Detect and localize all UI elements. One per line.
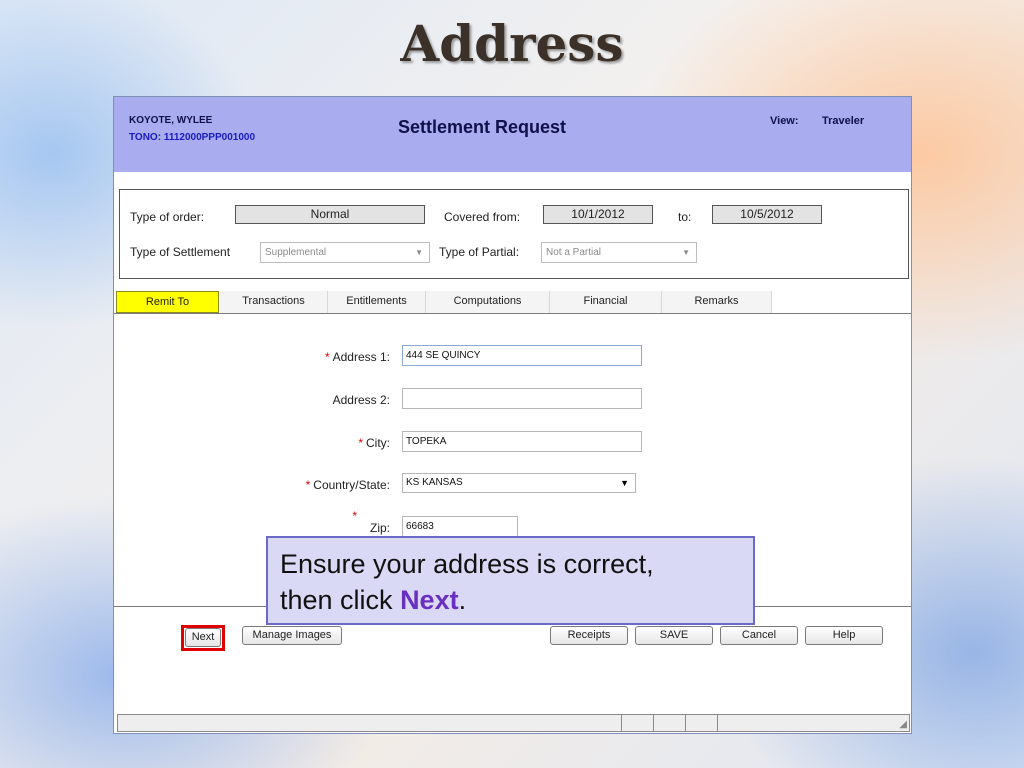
status-segment [621, 715, 622, 731]
chevron-down-icon: ▼ [620, 478, 629, 488]
type-of-partial-select: Not a Partial ▼ [541, 242, 697, 263]
country-state-value: KS KANSAS [406, 477, 463, 488]
type-of-settlement-value: Supplemental [265, 247, 327, 258]
tab-financial[interactable]: Financial [550, 291, 662, 313]
to-date-field: 10/5/2012 [712, 205, 822, 224]
status-segment [717, 715, 718, 731]
tab-entitlements[interactable]: Entitlements [328, 291, 426, 313]
required-mark: * [324, 350, 330, 364]
view-label: View: [770, 115, 799, 127]
zip-label: * Zip: [352, 509, 390, 535]
next-button[interactable]: Next [185, 628, 221, 647]
type-of-settlement-select: Supplemental ▼ [260, 242, 430, 263]
type-of-order-label: Type of order: [130, 210, 205, 224]
address2-input[interactable] [402, 388, 642, 409]
tono-number: TONO: 1112000PPP001000 [129, 132, 256, 143]
app-header: KOYOTE, WYLEE TONO: 1112000PPP001000 Set… [114, 97, 911, 172]
country-state-select[interactable]: KS KANSAS ▼ [402, 473, 636, 493]
help-button[interactable]: Help [805, 626, 883, 645]
chevron-down-icon: ▼ [415, 248, 423, 257]
city-input[interactable]: TOPEKA [402, 431, 642, 452]
type-of-order-field: Normal [235, 205, 425, 224]
save-button[interactable]: SAVE [635, 626, 713, 645]
to-label: to: [678, 210, 692, 224]
tab-computations[interactable]: Computations [426, 291, 550, 313]
required-mark: * [358, 436, 363, 450]
chevron-down-icon: ▼ [682, 248, 690, 257]
order-info-panel: Type of order: Normal Covered from: 10/1… [119, 189, 909, 279]
address2-label: Address 2: [332, 393, 390, 407]
type-of-partial-value: Not a Partial [546, 247, 602, 258]
slide-title: Address [400, 14, 624, 73]
tab-remarks[interactable]: Remarks [662, 291, 772, 313]
receipts-button[interactable]: Receipts [550, 626, 628, 645]
tab-transactions[interactable]: Transactions [220, 291, 328, 313]
covered-from-label: Covered from: [444, 210, 521, 224]
callout-line-1: Ensure your address is correct, [280, 549, 654, 579]
zip-input[interactable]: 66683 [402, 516, 518, 537]
instruction-callout: Ensure your address is correct, then cli… [266, 536, 755, 625]
type-of-partial-label: Type of Partial: [439, 245, 520, 259]
resize-grip-icon[interactable]: ◢ [899, 719, 907, 730]
required-mark: * [305, 478, 311, 492]
status-bar: ◢ [117, 714, 910, 732]
address1-label: * Address 1: [324, 350, 390, 364]
covered-from-field: 10/1/2012 [543, 205, 653, 224]
callout-line-2: then click Next. [280, 585, 467, 615]
callout-emphasis: Next [400, 585, 459, 615]
address1-input[interactable]: 444 SE QUINCY [402, 345, 642, 366]
settlement-request-window: KOYOTE, WYLEE TONO: 1112000PPP001000 Set… [113, 96, 912, 734]
cancel-button[interactable]: Cancel [720, 626, 798, 645]
city-label: * City: [358, 436, 390, 450]
tab-remit-to[interactable]: Remit To [116, 291, 219, 313]
page-title: Settlement Request [398, 117, 567, 137]
required-mark: * [352, 509, 357, 523]
country-state-label: * Country/State: [305, 478, 390, 492]
status-segment [653, 715, 654, 731]
tab-divider [114, 313, 911, 314]
traveler-name: KOYOTE, WYLEE [129, 115, 213, 126]
manage-images-button[interactable]: Manage Images [242, 626, 342, 645]
view-value: Traveler [822, 115, 865, 127]
status-segment [685, 715, 686, 731]
type-of-settlement-label: Type of Settlement [130, 245, 231, 259]
tab-bar: Remit To Transactions Entitlements Compu… [114, 291, 911, 314]
